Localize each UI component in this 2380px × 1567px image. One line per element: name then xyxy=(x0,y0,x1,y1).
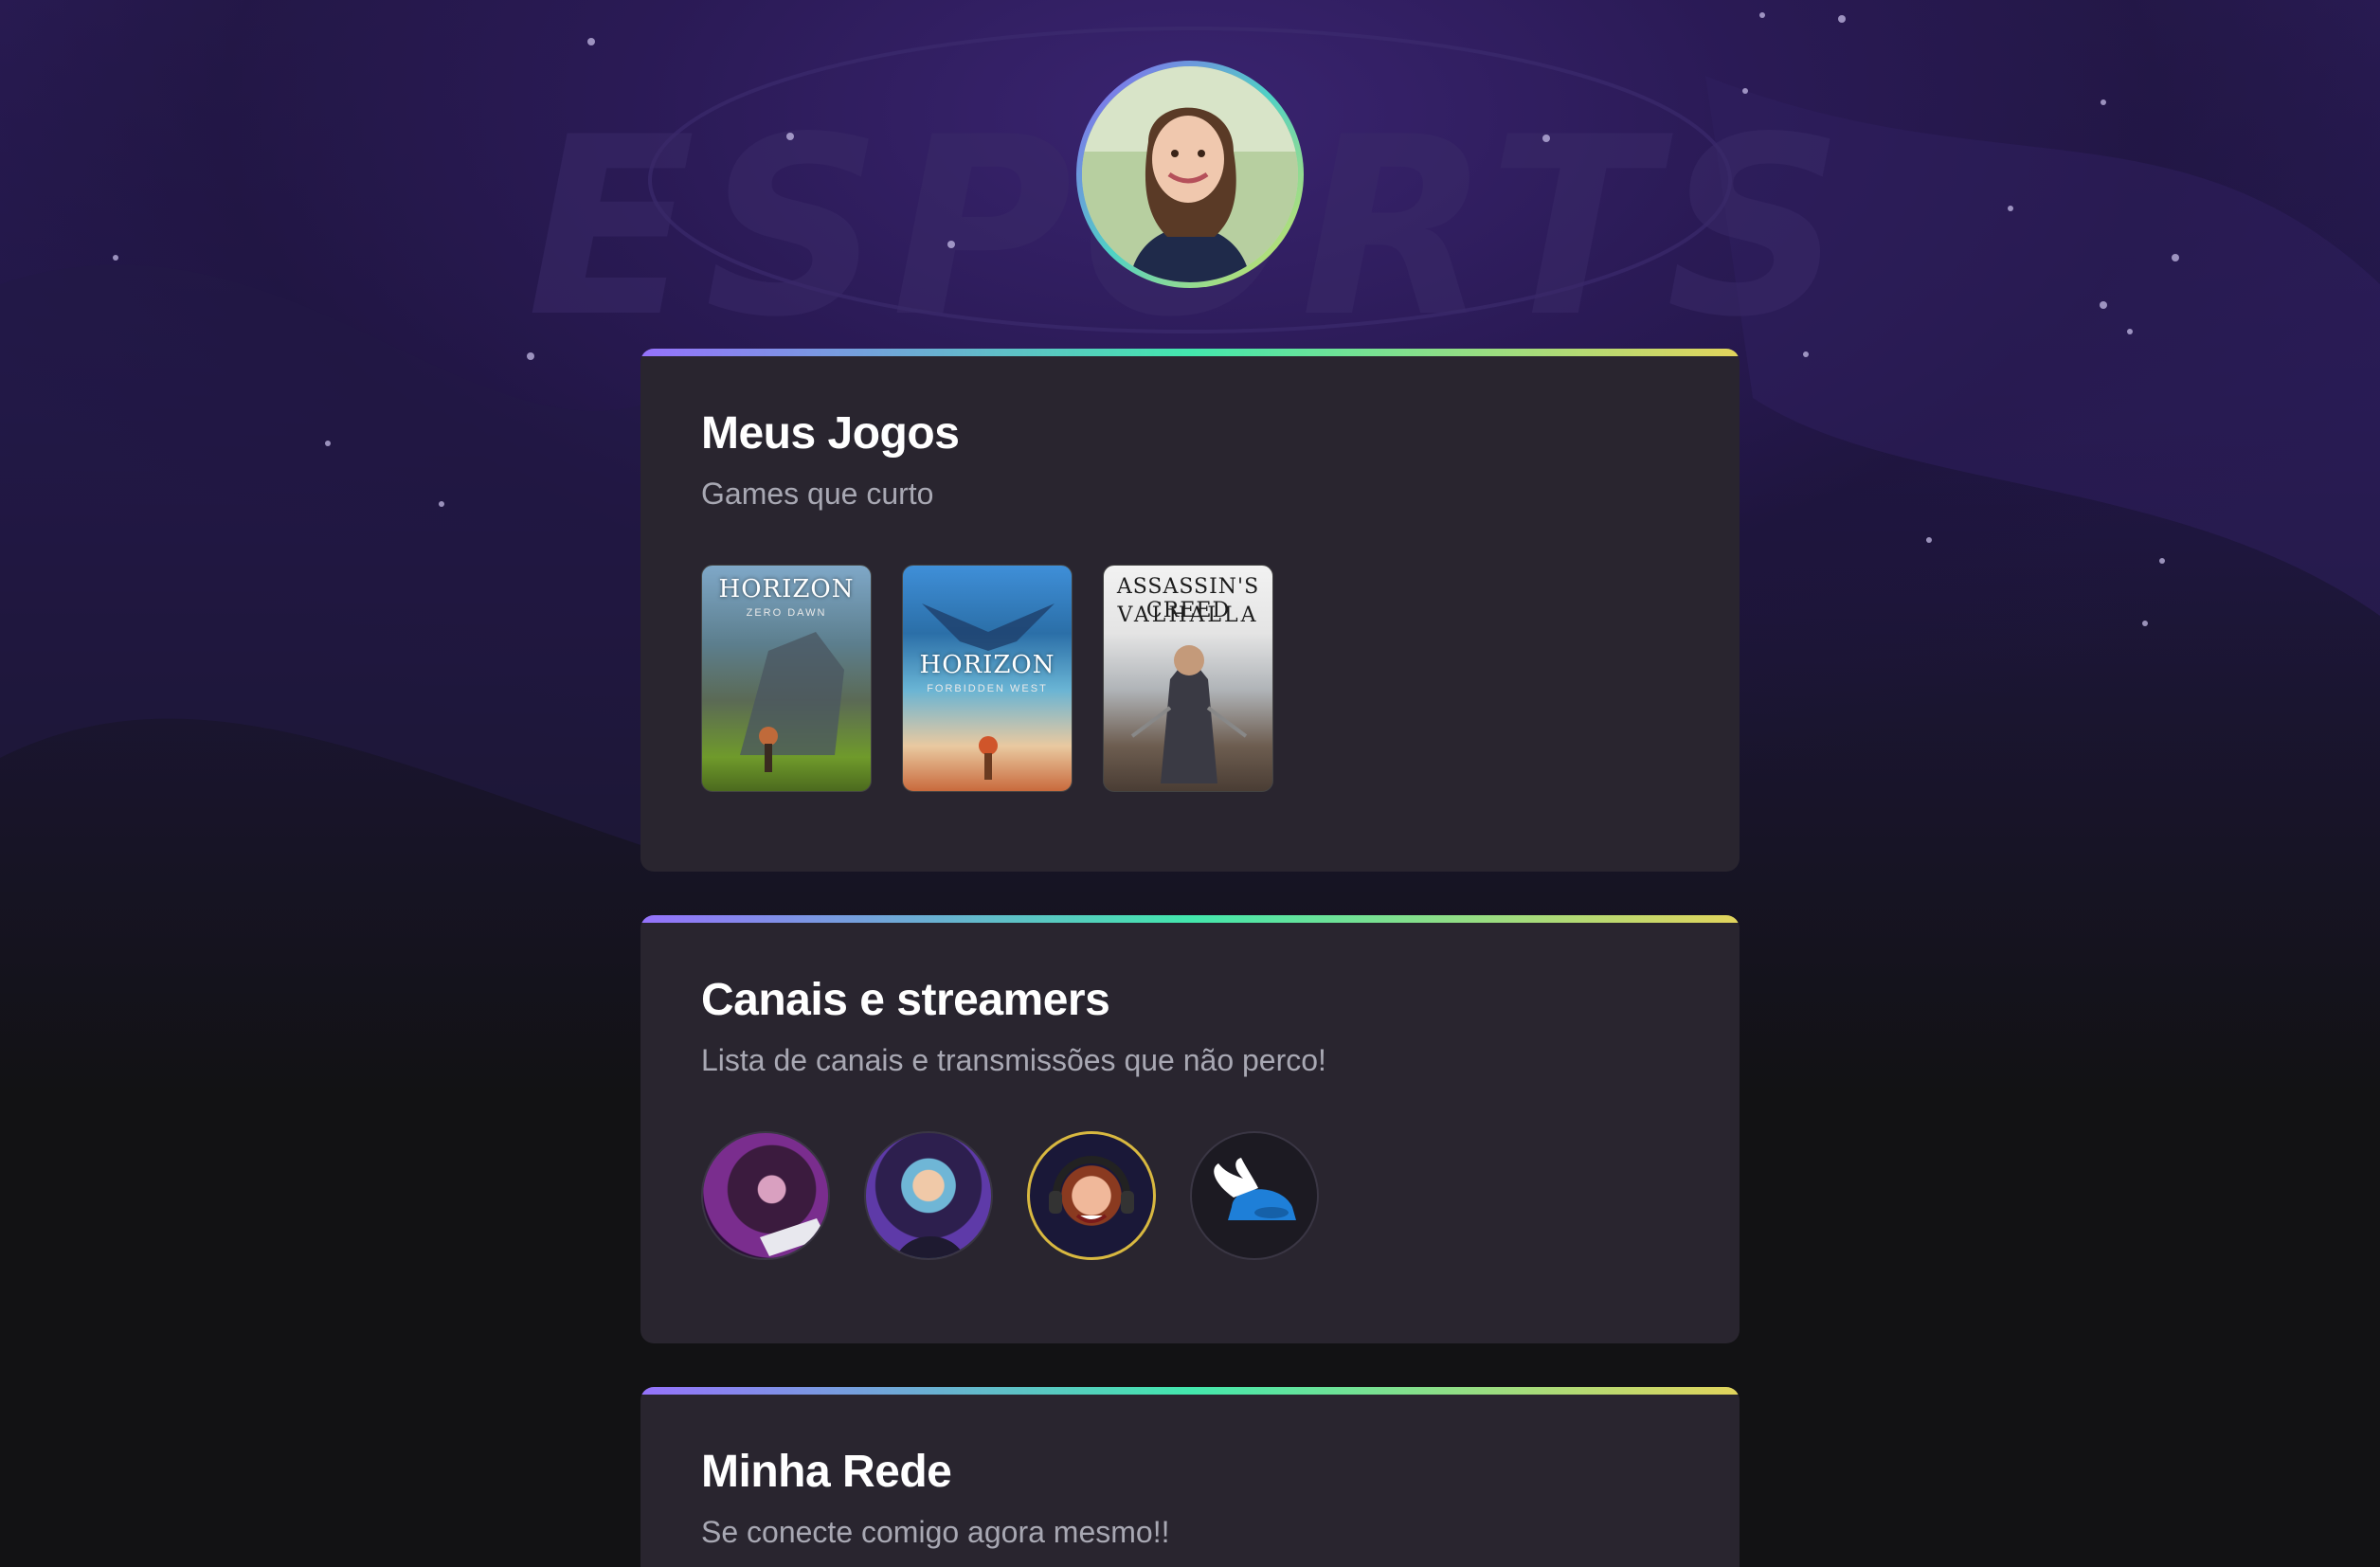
games-card: Meus Jogos Games que curto HORIZON ZERO … xyxy=(640,349,1740,872)
streamers-list xyxy=(701,1131,1679,1260)
viking-warrior-icon xyxy=(1130,645,1248,784)
streamer-laptop-icon xyxy=(760,1218,826,1256)
streamer-avatar[interactable] xyxy=(1190,1131,1319,1260)
streamer-avatar[interactable] xyxy=(864,1131,993,1260)
bird-machine-icon xyxy=(922,603,1055,780)
profile-avatar[interactable] xyxy=(1076,61,1304,288)
person-photo-icon xyxy=(1082,66,1298,282)
game-cover-ac-valhalla[interactable]: ASSASSIN'S CREED VALHALLA xyxy=(1103,565,1273,792)
winged-helmet-icon xyxy=(1214,1158,1296,1220)
streamers-card: Canais e streamers Lista de canais e tra… xyxy=(640,915,1740,1343)
cartoon-headphones-icon xyxy=(1049,1156,1134,1223)
game-cover-horizon-forbidden-west[interactable]: HORIZON FORBIDDEN WEST xyxy=(902,565,1073,792)
network-card: Minha Rede Se conecte comigo agora mesmo… xyxy=(640,1387,1740,1567)
robot-creature-icon xyxy=(740,632,844,772)
games-list: HORIZON ZERO DAWN HORIZON FORBIDDEN WEST… xyxy=(701,565,1679,792)
section-title: Canais e streamers xyxy=(701,975,1110,1025)
streamer-portrait-icon xyxy=(895,1236,965,1258)
streamer-avatar[interactable] xyxy=(1027,1131,1156,1260)
section-subtitle: Lista de canais e transmissões que não p… xyxy=(701,1043,1326,1077)
section-subtitle: Games que curto xyxy=(701,477,934,511)
section-title: Meus Jogos xyxy=(701,408,960,459)
game-cover-horizon-zero-dawn[interactable]: HORIZON ZERO DAWN xyxy=(701,565,872,792)
section-title: Minha Rede xyxy=(701,1447,952,1497)
section-subtitle: Se conecte comigo agora mesmo!! xyxy=(701,1515,1170,1549)
streamer-avatar[interactable] xyxy=(701,1131,830,1260)
avatar xyxy=(1082,66,1298,282)
